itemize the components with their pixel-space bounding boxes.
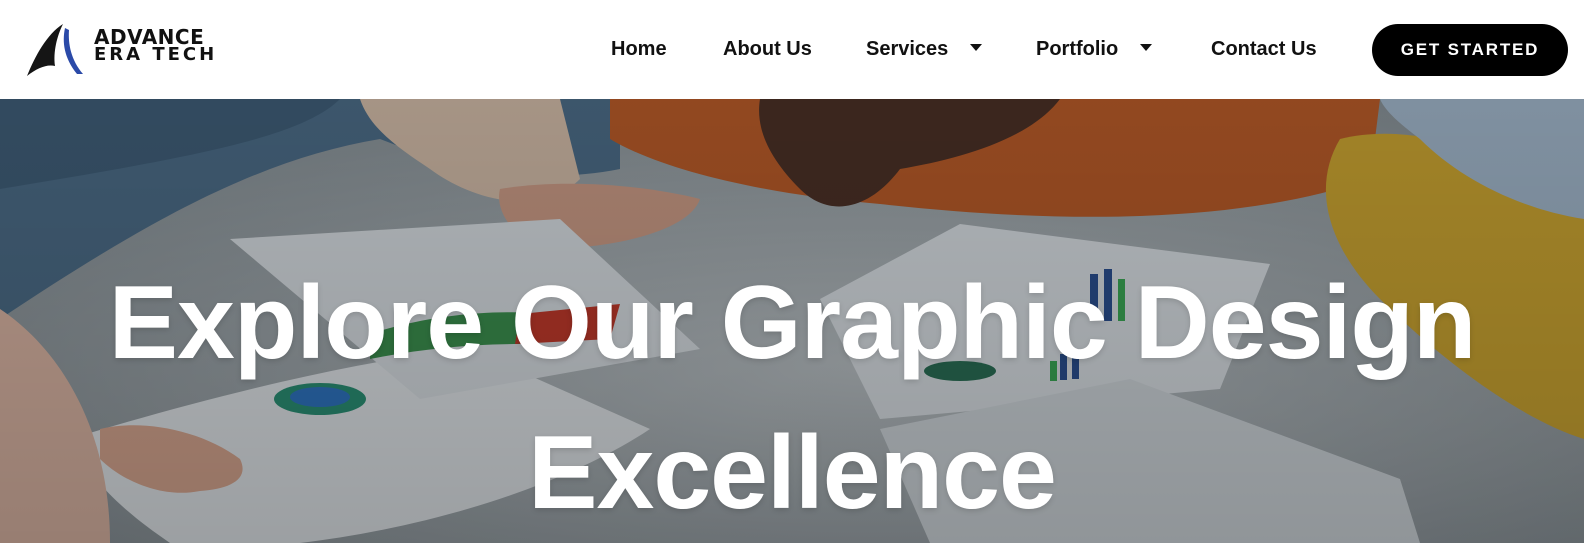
nav-home[interactable]: Home xyxy=(611,36,667,62)
hero-title-line1: Explore Our Graphic Design xyxy=(108,265,1477,381)
nav-contact-us[interactable]: Contact Us xyxy=(1211,36,1317,62)
nav-portfolio[interactable]: Portfolio xyxy=(1036,36,1153,62)
nav-about-us-label: About Us xyxy=(723,38,812,60)
chevron-down-icon xyxy=(970,44,983,52)
main-nav: Home About Us Services Portfolio Contact… xyxy=(0,0,1584,99)
nav-services-label: Services xyxy=(866,38,949,60)
hero-section: Explore Our Graphic Design Excellence xyxy=(0,99,1584,543)
hero-title-line2: Excellence xyxy=(528,415,1057,531)
nav-services[interactable]: Services xyxy=(866,36,983,62)
nav-portfolio-label: Portfolio xyxy=(1036,38,1119,60)
nav-contact-us-label: Contact Us xyxy=(1211,38,1317,60)
hero-title: Explore Our Graphic Design Excellence xyxy=(0,248,1584,543)
chevron-down-icon xyxy=(1140,44,1153,52)
nav-about-us[interactable]: About Us xyxy=(723,36,812,62)
site-header: ADVANCE ERA TECH Home About Us Services … xyxy=(0,0,1584,99)
get-started-button[interactable]: GET STARTED xyxy=(1372,24,1568,76)
nav-home-label: Home xyxy=(611,38,667,60)
